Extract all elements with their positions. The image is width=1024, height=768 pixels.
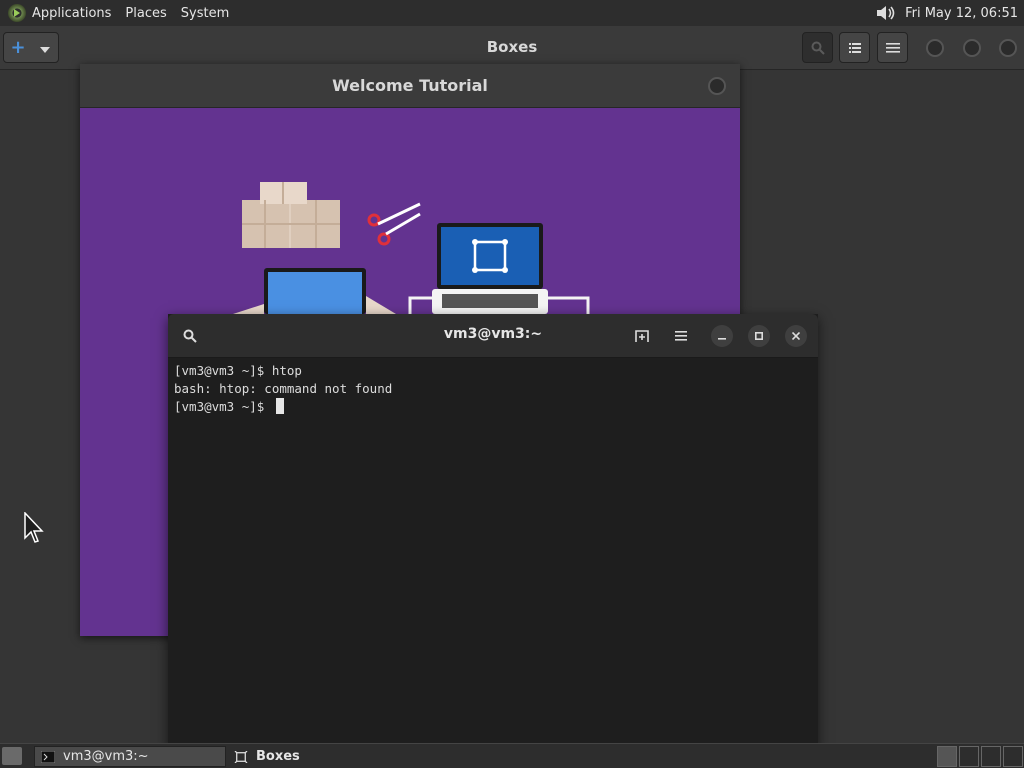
boxes-icon — [234, 750, 248, 763]
terminal-line: [vm3@vm3 ~]$ htop — [174, 363, 302, 378]
menu-applications[interactable]: Applications — [32, 6, 111, 21]
bottom-taskbar: vm3@vm3:~ Boxes — [0, 743, 1024, 768]
taskbar-item-label: Boxes — [256, 749, 300, 764]
maximize-icon — [755, 332, 763, 340]
workspace-2[interactable] — [959, 746, 979, 767]
terminal-minimize-button[interactable] — [711, 325, 733, 347]
top-panel: Applications Places System Fri May 12, 0… — [0, 0, 1024, 26]
terminal-prompt-line: [vm3@vm3 ~]$ — [174, 398, 812, 416]
minimize-icon — [718, 338, 726, 340]
scissors-icon — [367, 202, 421, 246]
taskbar-item-label: vm3@vm3:~ — [63, 749, 149, 764]
welcome-tutorial-title: Welcome Tutorial — [332, 76, 488, 95]
workspace-1[interactable] — [937, 746, 957, 767]
terminal-headerbar: vm3@vm3:~ — [168, 314, 818, 358]
workspace-3[interactable] — [981, 746, 1001, 767]
menu-system[interactable]: System — [181, 6, 229, 21]
search-button[interactable] — [802, 32, 833, 63]
terminal-icon — [41, 750, 55, 763]
maximize-window-button[interactable] — [963, 39, 981, 57]
menu-places[interactable]: Places — [125, 6, 166, 21]
terminal-window: vm3@vm3:~ [vm3@vm3 ~]$ htop bash: htop: c… — [168, 314, 818, 746]
welcome-tutorial-headerbar: Welcome Tutorial — [80, 64, 740, 108]
terminal-line: bash: htop: command not found — [174, 381, 393, 396]
minimize-window-button[interactable] — [926, 39, 944, 57]
cardboard-boxes-icon — [242, 182, 340, 248]
show-desktop-icon[interactable] — [2, 747, 22, 765]
laptop-with-boxes-logo-icon — [408, 223, 590, 314]
welcome-close-button[interactable] — [708, 77, 726, 95]
taskbar-item-terminal[interactable]: vm3@vm3:~ — [34, 746, 226, 767]
distro-logo-icon[interactable] — [8, 4, 26, 22]
list-view-button[interactable] — [839, 32, 870, 63]
mouse-pointer-icon — [24, 512, 44, 543]
close-icon — [792, 332, 800, 340]
clock[interactable]: Fri May 12, 06:51 — [905, 6, 1018, 21]
terminal-menu-button[interactable] — [671, 326, 691, 346]
taskbar-item-boxes[interactable]: Boxes — [228, 746, 388, 767]
terminal-close-button[interactable] — [785, 325, 807, 347]
search-icon — [811, 41, 825, 55]
terminal-output[interactable]: [vm3@vm3 ~]$ htop bash: htop: command not… — [174, 362, 812, 746]
menu-button[interactable] — [877, 32, 908, 63]
terminal-maximize-button[interactable] — [748, 325, 770, 347]
hamburger-icon — [885, 42, 900, 53]
volume-icon[interactable] — [875, 4, 897, 22]
close-window-button[interactable] — [999, 39, 1017, 57]
laptop-icon — [233, 268, 396, 314]
new-tab-button[interactable] — [632, 326, 652, 346]
text-cursor — [275, 398, 284, 414]
new-tab-icon — [635, 330, 649, 342]
workspace-4[interactable] — [1003, 746, 1023, 767]
tutorial-illustration — [233, 182, 590, 314]
boxes-title: Boxes — [486, 38, 538, 56]
terminal-prompt: [vm3@vm3 ~]$ — [174, 399, 272, 414]
hamburger-icon — [675, 331, 687, 341]
list-view-icon — [848, 42, 861, 53]
